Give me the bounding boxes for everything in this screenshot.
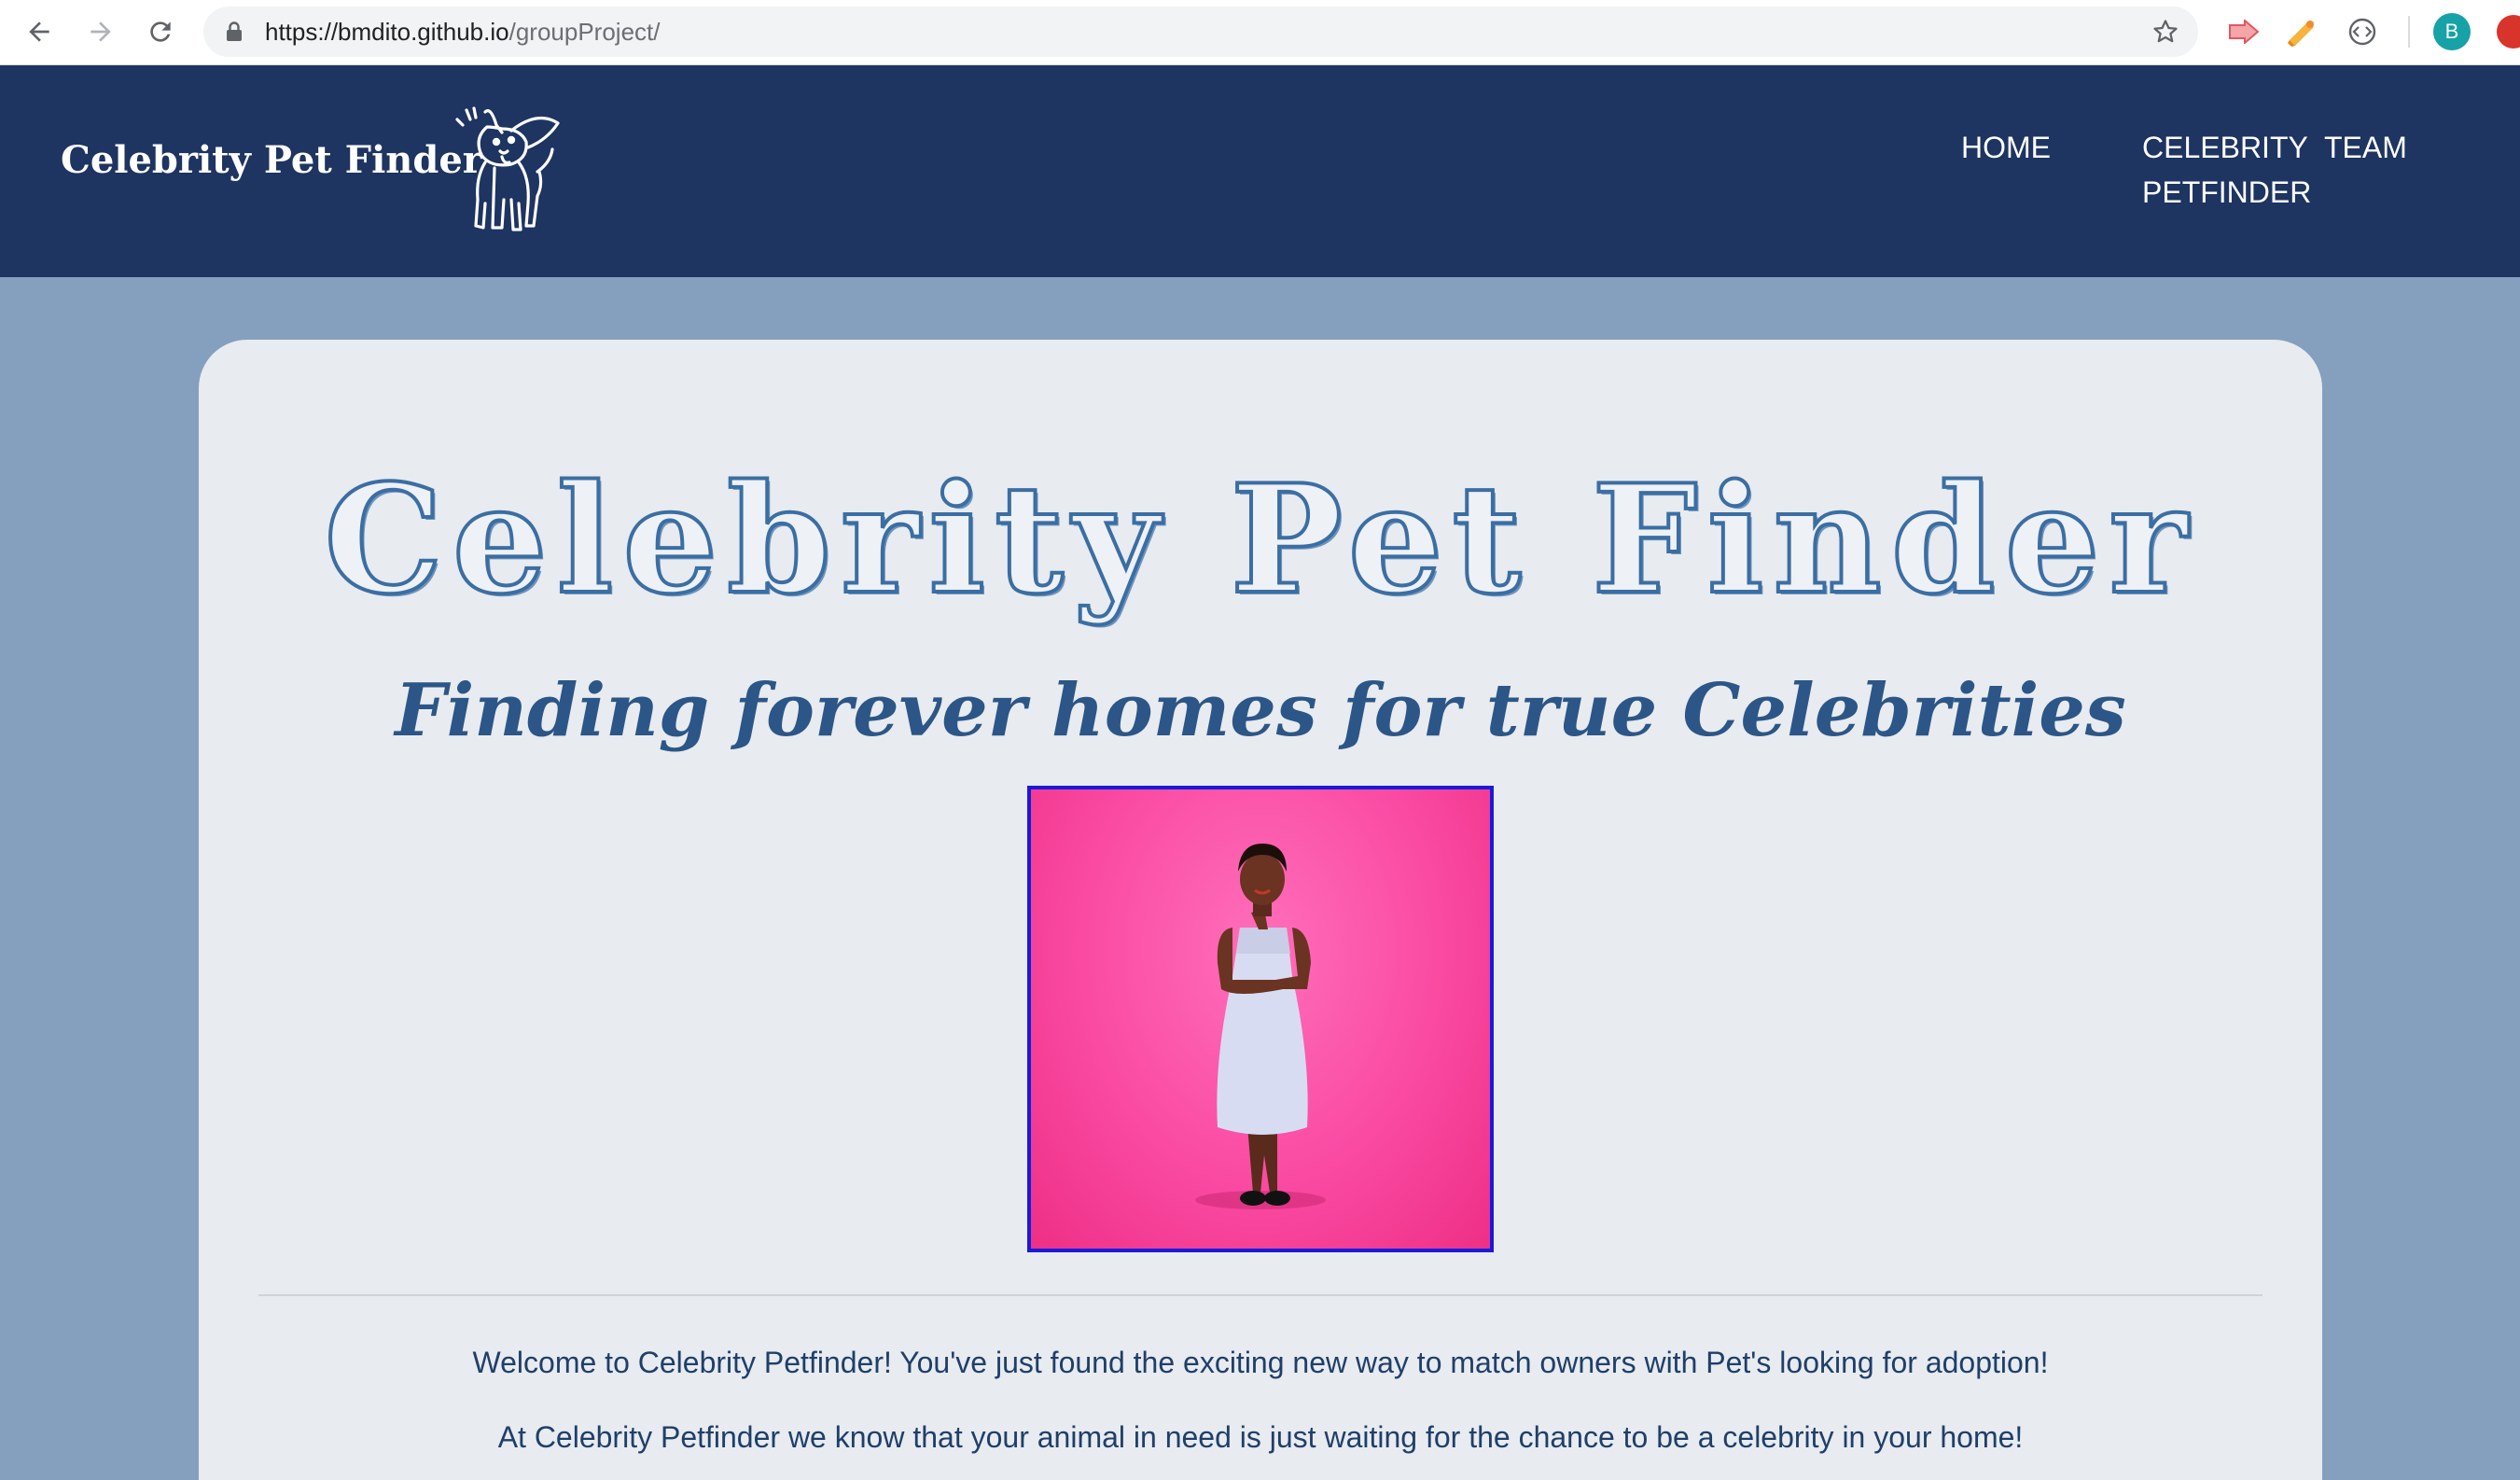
content-divider xyxy=(258,1294,2262,1296)
woman-figure-illustration xyxy=(1195,844,1326,1209)
site-header: Celebrity Pet Finder HOME CELEBRITY PETF… xyxy=(0,65,2520,277)
profile-avatar[interactable]: B xyxy=(2433,13,2471,50)
ext-arrow-icon[interactable] xyxy=(2227,15,2261,49)
ext-code-icon[interactable] xyxy=(2346,15,2379,49)
main-nav: HOME CELEBRITY PETFINDER TEAM xyxy=(0,125,2520,237)
address-bar[interactable]: https://bmdito.github.io/groupProject/ xyxy=(203,7,2198,57)
nav-team[interactable]: TEAM xyxy=(2324,125,2407,170)
bookmark-star-icon[interactable] xyxy=(2151,18,2179,46)
ext-red-icon[interactable] xyxy=(2497,15,2520,49)
mission-paragraph: At Celebrity Petfinder we know that your… xyxy=(497,1420,2024,1454)
page-root: https://bmdito.github.io/groupProject/ B… xyxy=(0,0,2520,1480)
hero-photo xyxy=(1027,786,1494,1252)
hero-subtitle: Finding forever homes for true Celebriti… xyxy=(395,668,2126,753)
content-card: Celebrity Pet Finder Finding forever hom… xyxy=(199,340,2322,1480)
back-arrow-icon[interactable] xyxy=(19,11,60,52)
browser-toolbar: https://bmdito.github.io/groupProject/ B xyxy=(0,0,2520,65)
toolbar-separator xyxy=(2408,16,2410,48)
welcome-paragraph: Welcome to Celebrity Petfinder! You've j… xyxy=(472,1346,2049,1379)
nav-celebrity-line1: CELEBRITY xyxy=(2142,131,2308,164)
url-host: https://bmdito.github.io xyxy=(265,18,509,46)
url-text: https://bmdito.github.io/groupProject/ xyxy=(265,7,660,57)
nav-home[interactable]: HOME xyxy=(1961,125,2051,170)
reload-icon[interactable] xyxy=(140,11,181,52)
forward-arrow-icon[interactable] xyxy=(80,11,121,52)
hero-title: Celebrity Pet Finder xyxy=(322,450,2197,629)
nav-celebrity-line2: PETFINDER xyxy=(2142,175,2312,209)
ext-megaphone-icon[interactable] xyxy=(2285,15,2318,49)
url-path: /groupProject/ xyxy=(508,18,661,46)
nav-celebrity-petfinder[interactable]: CELEBRITY PETFINDER xyxy=(2142,125,2311,215)
lock-icon xyxy=(226,21,243,47)
